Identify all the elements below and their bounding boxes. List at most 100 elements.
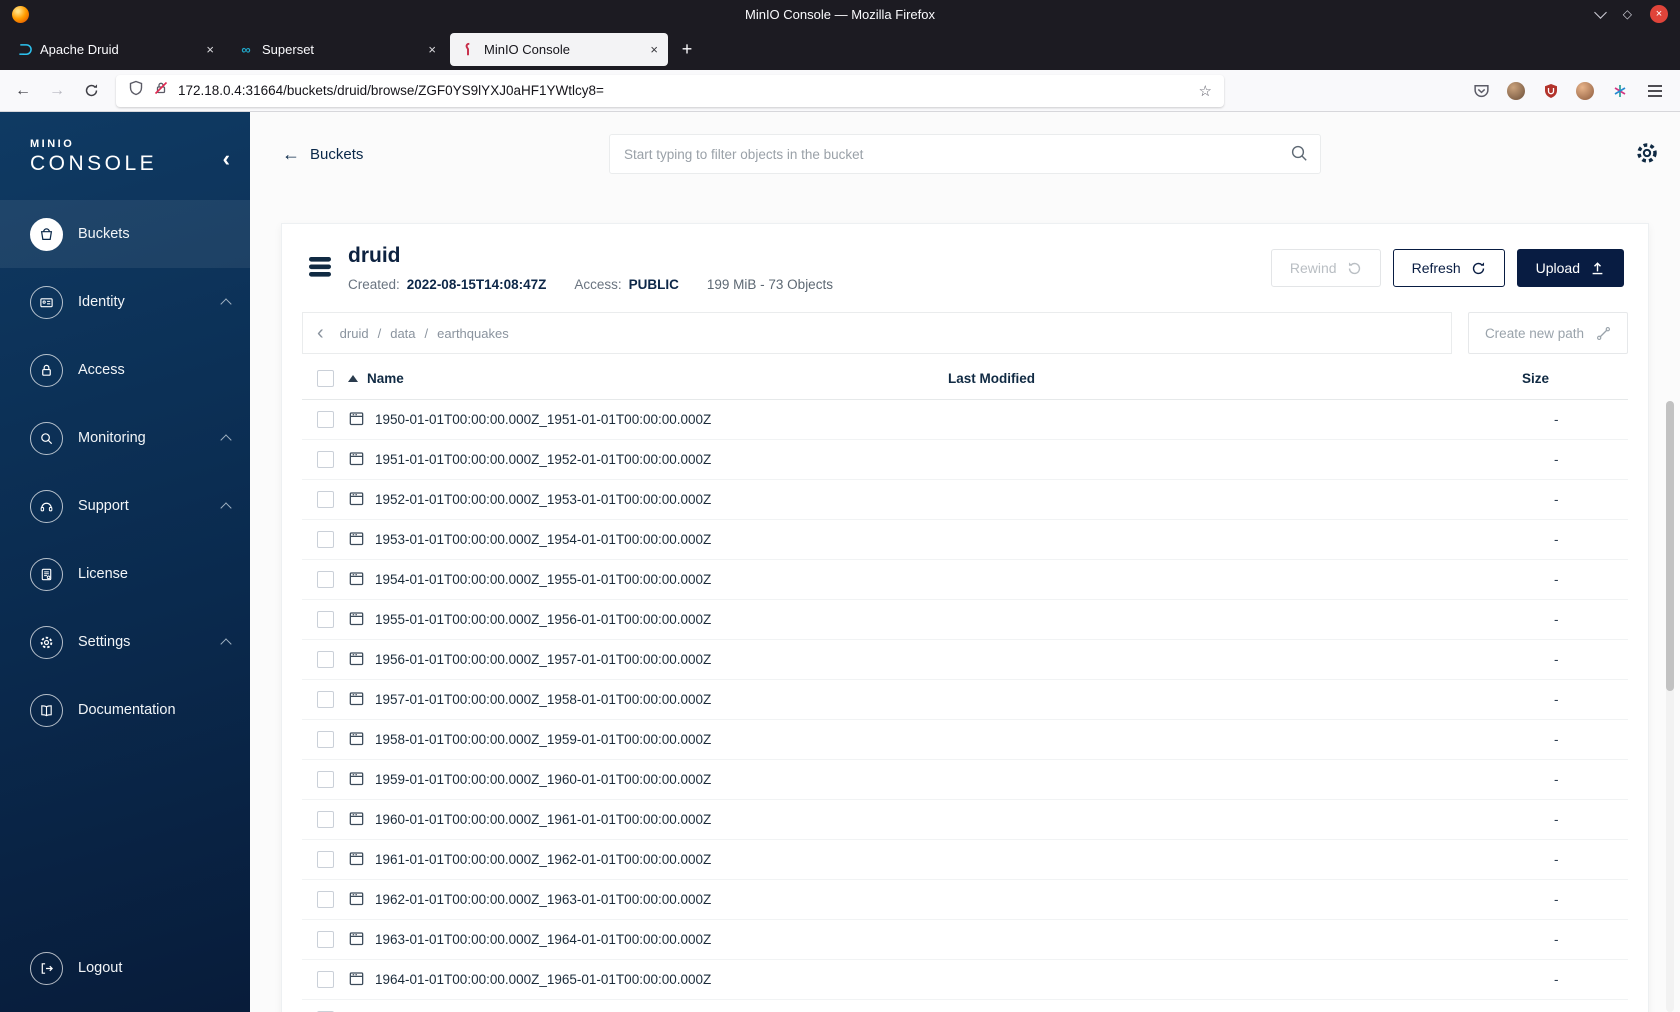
bookmark-star-icon[interactable]: ☆ xyxy=(1199,82,1212,100)
object-name[interactable]: 1958-01-01T00:00:00.000Z_1959-01-01T00:0… xyxy=(375,732,711,747)
last-modified-column-header[interactable]: Last Modified xyxy=(948,371,1508,386)
window-maximize-icon[interactable]: ◇ xyxy=(1623,7,1632,21)
table-row[interactable]: 1955-01-01T00:00:00.000Z_1956-01-01T00:0… xyxy=(302,600,1628,640)
main-content: ← Buckets druid Crea xyxy=(250,112,1680,1012)
table-row[interactable]: 1950-01-01T00:00:00.000Z_1951-01-01T00:0… xyxy=(302,400,1628,440)
account-avatar-icon[interactable] xyxy=(1507,81,1525,100)
breadcrumb-segment[interactable]: druid xyxy=(340,326,369,341)
row-checkbox[interactable] xyxy=(316,891,334,908)
search-input[interactable] xyxy=(609,134,1321,174)
select-all-checkbox[interactable] xyxy=(316,370,334,387)
tab-apache-druid[interactable]: Apache Druid × xyxy=(6,33,224,66)
object-name[interactable]: 1964-01-01T00:00:00.000Z_1965-01-01T00:0… xyxy=(375,972,711,987)
row-checkbox[interactable] xyxy=(316,931,334,948)
sidebar-item-documentation[interactable]: Documentation xyxy=(0,676,250,744)
size-column-header[interactable]: Size xyxy=(1508,371,1628,386)
table-row[interactable]: 1962-01-01T00:00:00.000Z_1963-01-01T00:0… xyxy=(302,880,1628,920)
row-checkbox[interactable] xyxy=(316,851,334,868)
ublock-icon[interactable] xyxy=(1541,81,1560,100)
sidebar-item-access[interactable]: Access xyxy=(0,336,250,404)
profile-avatar-icon[interactable] xyxy=(1576,81,1594,100)
object-name[interactable]: 1950-01-01T00:00:00.000Z_1951-01-01T00:0… xyxy=(375,412,711,427)
url-bar[interactable]: 172.18.0.4:31664/buckets/druid/browse/ZG… xyxy=(116,74,1224,107)
row-checkbox[interactable] xyxy=(316,691,334,708)
table-row[interactable]: 1965-01-01T00:00:00.000Z_1966-01-01T00:0… xyxy=(302,1000,1628,1012)
back-to-buckets-link[interactable]: ← Buckets xyxy=(282,144,363,165)
sidebar-item-license[interactable]: License xyxy=(0,540,250,608)
table-row[interactable]: 1961-01-01T00:00:00.000Z_1962-01-01T00:0… xyxy=(302,840,1628,880)
table-row[interactable]: 1952-01-01T00:00:00.000Z_1953-01-01T00:0… xyxy=(302,480,1628,520)
table-scrollbar[interactable] xyxy=(1666,401,1674,1012)
sidebar-item-label: Identity xyxy=(78,294,125,310)
object-size: - xyxy=(1554,412,1559,427)
tab-minio-console[interactable]: MinIO Console × xyxy=(450,32,668,66)
rewind-button[interactable]: Rewind xyxy=(1270,249,1381,287)
sidebar-item-settings[interactable]: Settings xyxy=(0,608,250,676)
object-name[interactable]: 1963-01-01T00:00:00.000Z_1964-01-01T00:0… xyxy=(375,932,711,947)
tab-close-icon[interactable]: × xyxy=(650,42,658,57)
table-row[interactable]: 1960-01-01T00:00:00.000Z_1961-01-01T00:0… xyxy=(302,800,1628,840)
table-row[interactable]: 1964-01-01T00:00:00.000Z_1965-01-01T00:0… xyxy=(302,960,1628,1000)
name-column-header[interactable]: Name xyxy=(348,371,948,386)
object-name[interactable]: 1951-01-01T00:00:00.000Z_1952-01-01T00:0… xyxy=(375,452,711,467)
table-row[interactable]: 1951-01-01T00:00:00.000Z_1952-01-01T00:0… xyxy=(302,440,1628,480)
object-name[interactable]: 1954-01-01T00:00:00.000Z_1955-01-01T00:0… xyxy=(375,572,711,587)
sidebar-item-support[interactable]: Support xyxy=(0,472,250,540)
breadcrumb-segment[interactable]: earthquakes xyxy=(437,326,509,341)
object-name[interactable]: 1957-01-01T00:00:00.000Z_1958-01-01T00:0… xyxy=(375,692,711,707)
tab-close-icon[interactable]: × xyxy=(206,42,214,57)
row-checkbox[interactable] xyxy=(316,571,334,588)
sidebar-item-identity[interactable]: Identity xyxy=(0,268,250,336)
object-name[interactable]: 1952-01-01T00:00:00.000Z_1953-01-01T00:0… xyxy=(375,492,711,507)
sidebar-item-monitoring[interactable]: Monitoring xyxy=(0,404,250,472)
tracking-shield-icon[interactable] xyxy=(128,80,144,101)
url-text[interactable]: 172.18.0.4:31664/buckets/druid/browse/ZG… xyxy=(178,83,1190,98)
new-tab-button[interactable]: + xyxy=(672,34,702,64)
object-name[interactable]: 1956-01-01T00:00:00.000Z_1957-01-01T00:0… xyxy=(375,652,711,667)
sidebar-item-buckets[interactable]: Buckets xyxy=(0,200,250,268)
table-row[interactable]: 1963-01-01T00:00:00.000Z_1964-01-01T00:0… xyxy=(302,920,1628,960)
refresh-button[interactable]: Refresh xyxy=(1392,249,1505,287)
row-checkbox[interactable] xyxy=(316,811,334,828)
create-new-path-button[interactable]: Create new path xyxy=(1467,312,1628,354)
tab-close-icon[interactable]: × xyxy=(428,42,436,57)
nav-reload-icon[interactable] xyxy=(76,76,106,106)
object-name[interactable]: 1962-01-01T00:00:00.000Z_1963-01-01T00:0… xyxy=(375,892,711,907)
object-name[interactable]: 1955-01-01T00:00:00.000Z_1956-01-01T00:0… xyxy=(375,612,711,627)
object-name[interactable]: 1959-01-01T00:00:00.000Z_1960-01-01T00:0… xyxy=(375,772,711,787)
window-close-icon[interactable]: × xyxy=(1650,5,1668,23)
extension-pinwheel-icon[interactable] xyxy=(1610,81,1629,100)
table-row[interactable]: 1959-01-01T00:00:00.000Z_1960-01-01T00:0… xyxy=(302,760,1628,800)
row-checkbox[interactable] xyxy=(316,971,334,988)
menu-hamburger-icon[interactable] xyxy=(1645,81,1664,100)
table-row[interactable]: 1956-01-01T00:00:00.000Z_1957-01-01T00:0… xyxy=(302,640,1628,680)
row-checkbox[interactable] xyxy=(316,491,334,508)
object-name[interactable]: 1960-01-01T00:00:00.000Z_1961-01-01T00:0… xyxy=(375,812,711,827)
table-row[interactable]: 1954-01-01T00:00:00.000Z_1955-01-01T00:0… xyxy=(302,560,1628,600)
row-checkbox[interactable] xyxy=(316,411,334,428)
row-checkbox[interactable] xyxy=(316,731,334,748)
path-back-chevron-icon[interactable]: ‹ xyxy=(317,323,324,343)
object-name[interactable]: 1953-01-01T00:00:00.000Z_1954-01-01T00:0… xyxy=(375,532,711,547)
sidebar-item-logout[interactable]: Logout xyxy=(0,934,250,1002)
table-scrollbar-thumb[interactable] xyxy=(1666,401,1674,691)
table-row[interactable]: 1957-01-01T00:00:00.000Z_1958-01-01T00:0… xyxy=(302,680,1628,720)
row-checkbox[interactable] xyxy=(316,531,334,548)
row-checkbox[interactable] xyxy=(316,651,334,668)
sidebar-collapse-icon[interactable]: ‹ xyxy=(223,148,230,170)
table-row[interactable]: 1958-01-01T00:00:00.000Z_1959-01-01T00:0… xyxy=(302,720,1628,760)
nav-back-icon[interactable]: ← xyxy=(8,76,38,106)
row-checkbox[interactable] xyxy=(316,611,334,628)
window-minimize-icon[interactable] xyxy=(1593,5,1607,19)
pocket-icon[interactable] xyxy=(1472,81,1491,100)
object-name[interactable]: 1961-01-01T00:00:00.000Z_1962-01-01T00:0… xyxy=(375,852,711,867)
upload-button[interactable]: Upload xyxy=(1516,249,1624,287)
console-settings-gear-icon[interactable] xyxy=(1634,140,1660,171)
breadcrumb-segment[interactable]: data xyxy=(390,326,415,341)
insecure-lock-icon[interactable] xyxy=(153,80,169,101)
row-checkbox[interactable] xyxy=(316,451,334,468)
row-checkbox[interactable] xyxy=(316,771,334,788)
table-row[interactable]: 1953-01-01T00:00:00.000Z_1954-01-01T00:0… xyxy=(302,520,1628,560)
tab-superset[interactable]: ∞ Superset × xyxy=(228,33,446,66)
nav-forward-icon[interactable]: → xyxy=(42,76,72,106)
